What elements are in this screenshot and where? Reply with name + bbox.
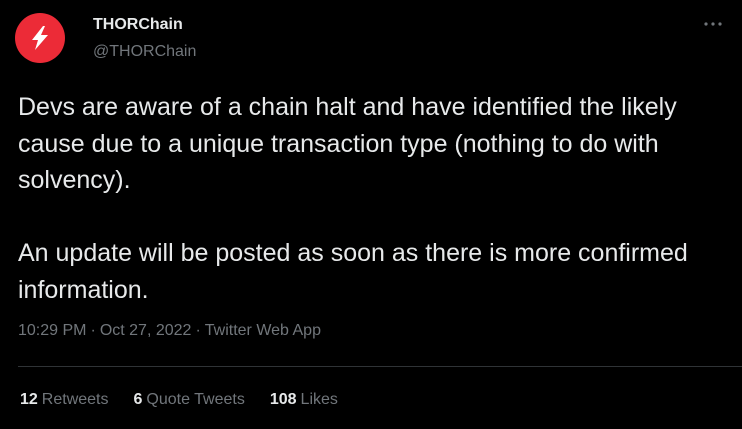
quote-tweets-stat[interactable]: 6 Quote Tweets: [134, 389, 245, 411]
tweet-paragraph: An update will be posted as soon as ther…: [18, 239, 688, 304]
stat-label: Quote Tweets: [146, 391, 245, 408]
author-name[interactable]: THORChain: [93, 15, 183, 35]
stat-count: 108: [269, 391, 297, 408]
lightning-bolt-icon: [32, 26, 48, 50]
stat-label: Likes: [300, 391, 338, 408]
stat-label: Retweets: [41, 391, 109, 408]
retweets-stat[interactable]: 12 Retweets: [20, 389, 109, 411]
meta-separator: ·: [195, 322, 201, 339]
tweet: THORChain @THORChain Devs are aware of a…: [0, 0, 742, 429]
author-handle[interactable]: @THORChain: [93, 42, 196, 62]
more-options-icon[interactable]: [702, 14, 724, 34]
tweet-paragraph: Devs are aware of a chain halt and have …: [18, 93, 677, 194]
divider: [18, 366, 742, 367]
tweet-date[interactable]: Oct 27, 2022: [100, 322, 192, 339]
tweet-time[interactable]: 10:29 PM: [18, 322, 86, 339]
tweet-stats: 12 Retweets 6 Quote Tweets 108 Likes: [20, 389, 338, 411]
meta-separator: ·: [90, 322, 96, 339]
likes-stat[interactable]: 108 Likes: [270, 389, 338, 411]
stat-count: 6: [133, 391, 143, 408]
avatar[interactable]: [15, 13, 65, 63]
tweet-source[interactable]: Twitter Web App: [205, 322, 321, 339]
stat-count: 12: [20, 391, 38, 408]
tweet-text: Devs are aware of a chain halt and have …: [18, 89, 730, 308]
tweet-meta: 10:29 PM · Oct 27, 2022 · Twitter Web App: [18, 320, 321, 342]
